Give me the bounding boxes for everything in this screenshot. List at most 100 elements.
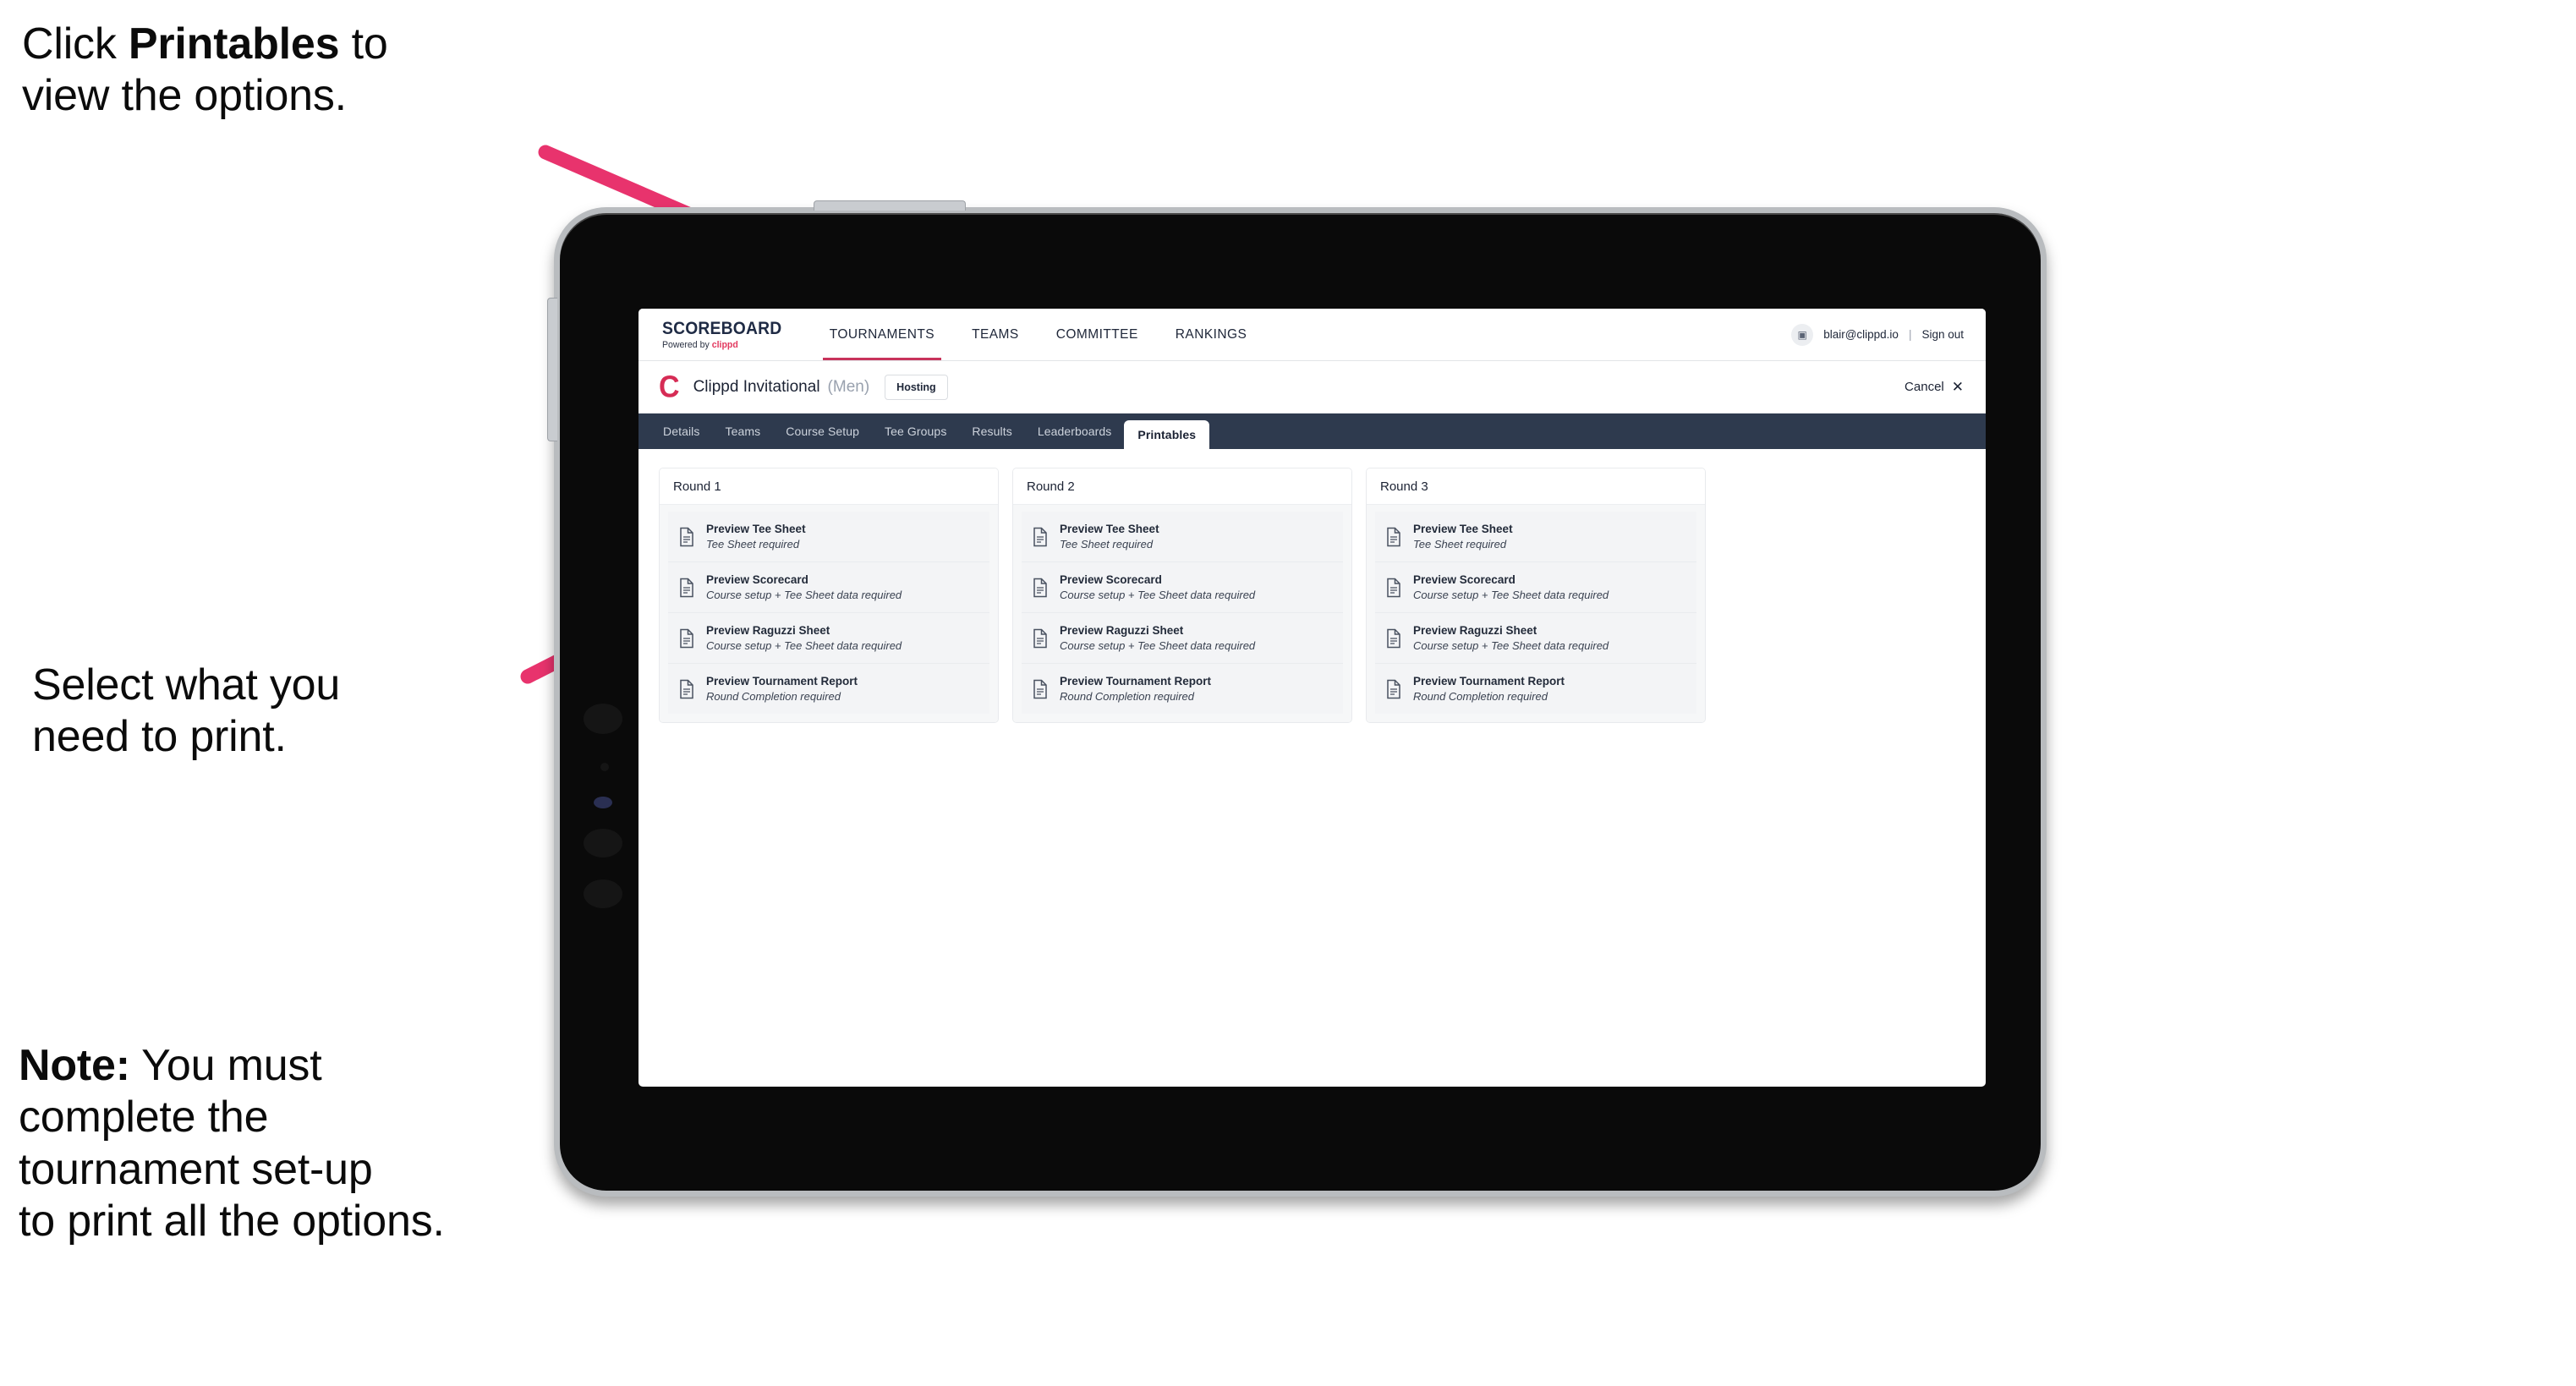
round-column: Round 1 Preview Tee Sheet Tee Sheet requi… [659, 468, 999, 723]
printable-option-text: Preview Raguzzi Sheet Course setup + Tee … [1060, 624, 1255, 652]
round-items-list: Preview Tee Sheet Tee Sheet required Prev… [1013, 505, 1351, 722]
tablet-camera-icon [584, 704, 622, 734]
user-account-area: ▣ blair@clippd.io | Sign out [1791, 309, 1986, 360]
printable-option-title: Preview Scorecard [1060, 573, 1162, 586]
printable-option-requirement: Course setup + Tee Sheet data required [706, 639, 902, 652]
printable-option-row[interactable]: Preview Scorecard Course setup + Tee Shee… [1022, 562, 1343, 613]
document-icon [680, 578, 693, 597]
printable-option-text: Preview Raguzzi Sheet Course setup + Tee … [706, 624, 902, 652]
tab-teams-label: Teams [725, 425, 761, 438]
printable-option-text: Preview Tee Sheet Tee Sheet required [1060, 523, 1159, 551]
brand-powered-prefix: Powered by [662, 340, 712, 350]
tournament-gender: (Men) [827, 377, 870, 396]
document-icon [680, 628, 693, 648]
tab-printables[interactable]: Printables [1124, 420, 1210, 449]
printable-option-text: Preview Scorecard Course setup + Tee Shee… [1413, 573, 1609, 601]
printable-option-requirement: Course setup + Tee Sheet data required [1413, 639, 1609, 652]
top-nav-teams[interactable]: TEAMS [953, 309, 1038, 360]
tab-printables-label: Printables [1137, 428, 1197, 441]
annotation-click-printables: Click Printables to view the options. [22, 19, 614, 123]
brand-tagline: Powered by clippd [662, 340, 787, 350]
cancel-button[interactable]: Cancel ✕ [1905, 380, 1964, 394]
top-nav-committee[interactable]: COMMITTEE [1038, 309, 1157, 360]
document-icon [1033, 679, 1047, 698]
app-top-navigation: SCOREBOARD Powered by clippd TOURNAMENTS… [639, 309, 1986, 361]
slide-canvas: Click Printables to view the options. Se… [0, 0, 2576, 1386]
printable-option-requirement: Course setup + Tee Sheet data required [1060, 639, 1256, 652]
printable-option-requirement: Course setup + Tee Sheet data required [1413, 589, 1609, 601]
tab-leaderboards-label: Leaderboards [1037, 425, 1112, 438]
tablet-device-frame: SCOREBOARD Powered by clippd TOURNAMENTS… [547, 200, 2047, 1197]
printable-option-row[interactable]: Preview Scorecard Course setup + Tee Shee… [1375, 562, 1696, 613]
top-nav-tournaments-label: TOURNAMENTS [829, 326, 935, 342]
round-column: Round 3 Preview Tee Sheet Tee Sheet requi… [1366, 468, 1706, 723]
printable-option-requirement: Tee Sheet required [1060, 538, 1154, 551]
printable-option-text: Preview Tee Sheet Tee Sheet required [706, 523, 806, 551]
printable-option-requirement: Course setup + Tee Sheet data required [706, 589, 902, 601]
brand-name: SCOREBOARD [662, 319, 782, 338]
top-nav-rankings[interactable]: RANKINGS [1157, 309, 1266, 360]
printable-option-row[interactable]: Preview Raguzzi Sheet Course setup + Tee … [1375, 613, 1696, 664]
tab-course-setup-label: Course Setup [786, 425, 860, 438]
printable-option-row[interactable]: Preview Tee Sheet Tee Sheet required [668, 512, 989, 562]
printable-option-title: Preview Scorecard [1413, 573, 1515, 586]
tab-tee-groups[interactable]: Tee Groups [872, 414, 959, 449]
status-badge: Hosting [885, 374, 948, 400]
printable-option-title: Preview Raguzzi Sheet [1060, 624, 1184, 637]
printable-option-row[interactable]: Preview Raguzzi Sheet Course setup + Tee … [668, 613, 989, 664]
printable-option-requirement: Round Completion required [706, 690, 841, 703]
printable-option-row[interactable]: Preview Tournament Report Round Completio… [668, 664, 989, 714]
round-column: Round 2 Preview Tee Sheet Tee Sheet requi… [1012, 468, 1352, 723]
top-nav-committee-label: COMMITTEE [1055, 326, 1138, 342]
tournament-header: C Clippd Invitational (Men) Hosting Canc… [639, 361, 1986, 414]
annotation-click-bold: Printables [128, 19, 340, 68]
round-items-list: Preview Tee Sheet Tee Sheet required Prev… [660, 505, 998, 722]
printable-option-text: Preview Tournament Report Round Completio… [706, 675, 858, 703]
document-icon [1033, 628, 1047, 648]
user-separator: | [1908, 328, 1912, 341]
scoreboard-logo[interactable]: SCOREBOARD Powered by clippd [639, 309, 811, 360]
printable-option-row[interactable]: Preview Tournament Report Round Completio… [1375, 664, 1696, 714]
printable-option-row[interactable]: Preview Raguzzi Sheet Course setup + Tee … [1022, 613, 1343, 664]
tablet-microphone-icon [600, 763, 609, 771]
annotation-click-pre: Click [22, 19, 129, 68]
round-title: Round 1 [660, 468, 998, 505]
tablet-power-button[interactable] [814, 200, 966, 211]
printable-option-text: Preview Tournament Report Round Completio… [1060, 675, 1211, 703]
tab-results[interactable]: Results [959, 414, 1024, 449]
app-screen: SCOREBOARD Powered by clippd TOURNAMENTS… [639, 309, 1986, 1087]
printable-option-row[interactable]: Preview Scorecard Course setup + Tee Shee… [668, 562, 989, 613]
top-nav-teams-label: TEAMS [972, 326, 1019, 342]
sign-out-button[interactable]: Sign out [1921, 328, 1964, 341]
printable-option-text: Preview Scorecard Course setup + Tee Shee… [706, 573, 902, 601]
avatar[interactable]: ▣ [1791, 323, 1814, 346]
tab-course-setup[interactable]: Course Setup [773, 414, 872, 449]
clippd-logo-icon: C [659, 370, 680, 404]
top-nav-tournaments[interactable]: TOURNAMENTS [811, 309, 953, 360]
printable-option-row[interactable]: Preview Tee Sheet Tee Sheet required [1375, 512, 1696, 562]
printable-option-title: Preview Tee Sheet [1060, 523, 1159, 535]
round-title: Round 3 [1367, 468, 1705, 505]
document-icon [1387, 628, 1400, 648]
printable-option-text: Preview Raguzzi Sheet Course setup + Tee … [1413, 624, 1609, 652]
tablet-speaker-icon [584, 829, 622, 857]
tablet-indicator-led-icon [594, 797, 612, 808]
tab-teams[interactable]: Teams [713, 414, 774, 449]
tab-leaderboards[interactable]: Leaderboards [1025, 414, 1125, 449]
printable-option-row[interactable]: Preview Tee Sheet Tee Sheet required [1022, 512, 1343, 562]
printable-option-requirement: Round Completion required [1413, 690, 1548, 703]
document-icon [1387, 527, 1400, 546]
document-icon [680, 527, 693, 546]
printable-option-requirement: Course setup + Tee Sheet data required [1060, 589, 1256, 601]
printables-rounds-grid: Round 1 Preview Tee Sheet Tee Sheet requi… [639, 449, 1986, 742]
tab-details-label: Details [663, 425, 700, 438]
tablet-speaker-secondary-icon [584, 879, 622, 908]
annotation-select-print: Select what you need to print. [32, 660, 341, 762]
tab-details[interactable]: Details [650, 414, 713, 449]
printable-option-text: Preview Scorecard Course setup + Tee Shee… [1060, 573, 1255, 601]
printable-option-requirement: Tee Sheet required [706, 538, 800, 551]
printable-option-row[interactable]: Preview Tournament Report Round Completio… [1022, 664, 1343, 714]
tab-results-label: Results [972, 425, 1012, 438]
tablet-volume-rail[interactable] [547, 298, 557, 441]
top-nav-rankings-label: RANKINGS [1175, 326, 1247, 342]
